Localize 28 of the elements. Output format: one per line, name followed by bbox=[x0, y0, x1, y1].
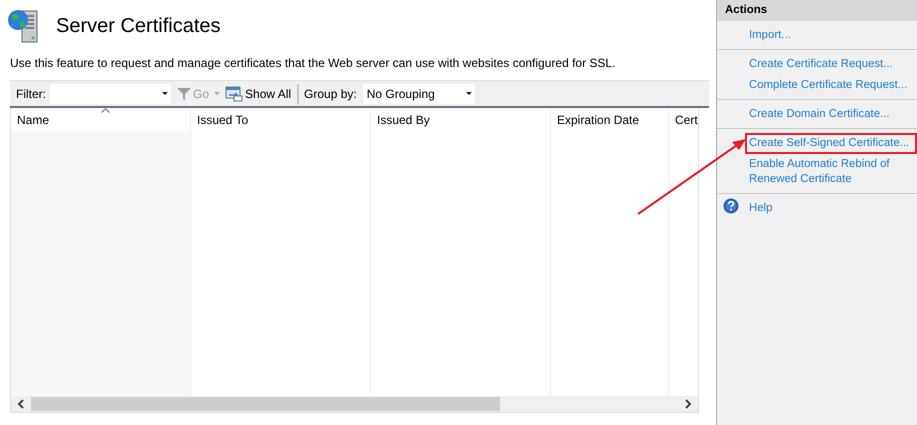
action-link[interactable]: Create Certificate Request... bbox=[745, 54, 915, 75]
horizontal-scrollbar[interactable] bbox=[11, 396, 698, 412]
show-all-button[interactable]: Show All bbox=[224, 86, 292, 102]
column-header[interactable]: Issued To bbox=[191, 108, 371, 131]
actions-header: Actions bbox=[717, 0, 917, 21]
page-description: Use this feature to request and manage certificates that the Web server can use with websites configured for SSL. bbox=[10, 56, 616, 70]
column-header[interactable]: Expiration Date bbox=[551, 108, 669, 131]
window-arrow-icon bbox=[225, 86, 244, 102]
sort-ascending-icon bbox=[100, 108, 110, 113]
group-by-dropdown[interactable]: No Grouping bbox=[362, 84, 475, 104]
scroll-left-icon[interactable] bbox=[17, 399, 25, 409]
filter-label: Filter: bbox=[16, 86, 46, 100]
page-title: Server Certificates bbox=[56, 14, 220, 38]
scrollbar-thumb[interactable] bbox=[31, 397, 500, 411]
action-link[interactable]: Enable Automatic Rebind of Renewed Certificate bbox=[745, 154, 915, 190]
help-icon[interactable] bbox=[723, 198, 739, 214]
caret-icon[interactable] bbox=[214, 92, 220, 95]
help-link[interactable]: Help bbox=[745, 198, 915, 219]
column-header[interactable]: Cert bbox=[669, 108, 700, 131]
action-link[interactable]: Create Self-Signed Certificate... bbox=[745, 133, 917, 154]
scroll-right-icon[interactable] bbox=[684, 399, 692, 409]
action-link[interactable]: Complete Certificate Request... bbox=[745, 75, 915, 96]
action-link[interactable]: Create Domain Certificate... bbox=[745, 104, 915, 125]
funnel-icon bbox=[177, 88, 191, 100]
action-link[interactable]: Import... bbox=[745, 25, 915, 46]
group-by-label: Group by: bbox=[304, 86, 357, 100]
column-header[interactable]: Issued By bbox=[371, 108, 551, 131]
filter-field[interactable] bbox=[50, 84, 171, 104]
